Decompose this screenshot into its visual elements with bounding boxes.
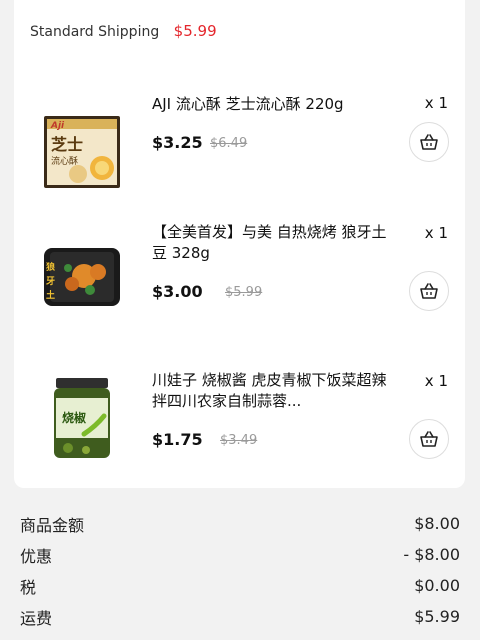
cart-item[interactable]: Aji 芝士 流心酥 AJI 流心酥 芝士流心酥 220g x 1 $3.25 … bbox=[14, 90, 465, 230]
product-title[interactable]: AJI 流心酥 芝士流心酥 220g bbox=[152, 94, 396, 115]
original-price: $6.49 bbox=[210, 136, 248, 151]
product-image-aji-cheese-pastry[interactable]: Aji 芝士 流心酥 bbox=[40, 110, 124, 194]
quantity-label: x 1 bbox=[424, 372, 448, 390]
basket-icon bbox=[420, 283, 438, 299]
summary-value: $5.99 bbox=[414, 607, 460, 626]
summary-label: 优惠 bbox=[20, 546, 53, 566]
add-to-cart-button[interactable] bbox=[409, 419, 449, 459]
basket-icon bbox=[420, 134, 438, 150]
quantity-label: x 1 bbox=[424, 224, 448, 242]
order-summary: 商品金额 $8.00 优惠 - $8.00 税 $0.00 运费 $5.99 bbox=[20, 508, 460, 632]
svg-text:狼: 狼 bbox=[46, 261, 56, 273]
summary-row-tax: 税 $0.00 bbox=[20, 570, 460, 601]
summary-label: 商品金额 bbox=[20, 515, 85, 535]
quantity-label: x 1 bbox=[424, 94, 448, 112]
shipping-price: $5.99 bbox=[173, 22, 217, 40]
svg-text:流心酥: 流心酥 bbox=[51, 155, 78, 167]
add-to-cart-button[interactable] bbox=[409, 271, 449, 311]
product-image-wolf-tooth-potato[interactable]: 狼 牙 土 bbox=[40, 236, 124, 320]
svg-text:烧椒: 烧椒 bbox=[62, 410, 87, 425]
original-price: $5.99 bbox=[225, 285, 263, 300]
product-title[interactable]: 川娃子 烧椒酱 虎皮青椒下饭菜超辣拌四川农家自制蒜蓉... bbox=[152, 370, 396, 412]
summary-value: - $8.00 bbox=[403, 545, 460, 564]
cart-item[interactable]: 烧椒 川娃子 烧椒酱 虎皮青椒下饭菜超辣拌四川农家自制蒜蓉... x 1 $1.… bbox=[14, 368, 465, 508]
summary-row-discount: 优惠 - $8.00 bbox=[20, 539, 460, 570]
product-title[interactable]: 【全美首发】与美 自热烧烤 狼牙土豆 328g bbox=[152, 222, 396, 264]
summary-value: $0.00 bbox=[414, 576, 460, 595]
cart-card: Standard Shipping $5.99 Aji 芝士 流心酥 AJI 流… bbox=[14, 0, 465, 488]
svg-text:牙: 牙 bbox=[46, 276, 55, 287]
svg-text:Aji: Aji bbox=[50, 121, 65, 131]
product-image-chili-sauce-jar[interactable]: 烧椒 bbox=[40, 376, 124, 460]
shipping-label: Standard Shipping bbox=[30, 24, 160, 40]
svg-text:芝士: 芝士 bbox=[51, 135, 83, 154]
add-to-cart-button[interactable] bbox=[409, 122, 449, 162]
sale-price: $3.25 bbox=[152, 133, 203, 152]
cart-item[interactable]: 狼 牙 土 【全美首发】与美 自热烧烤 狼牙土豆 328g x 1 $3.00 … bbox=[14, 220, 465, 360]
original-price: $3.49 bbox=[220, 433, 258, 448]
summary-row-shipping: 运费 $5.99 bbox=[20, 601, 460, 632]
sale-price: $3.00 bbox=[152, 282, 203, 301]
summary-label: 运费 bbox=[20, 608, 53, 628]
summary-label: 税 bbox=[20, 577, 37, 597]
summary-row-subtotal: 商品金额 $8.00 bbox=[20, 508, 460, 539]
summary-value: $8.00 bbox=[414, 514, 460, 533]
basket-icon bbox=[420, 431, 438, 447]
sale-price: $1.75 bbox=[152, 430, 203, 449]
shipping-option[interactable]: Standard Shipping $5.99 bbox=[30, 22, 217, 40]
svg-text:土: 土 bbox=[46, 289, 55, 301]
